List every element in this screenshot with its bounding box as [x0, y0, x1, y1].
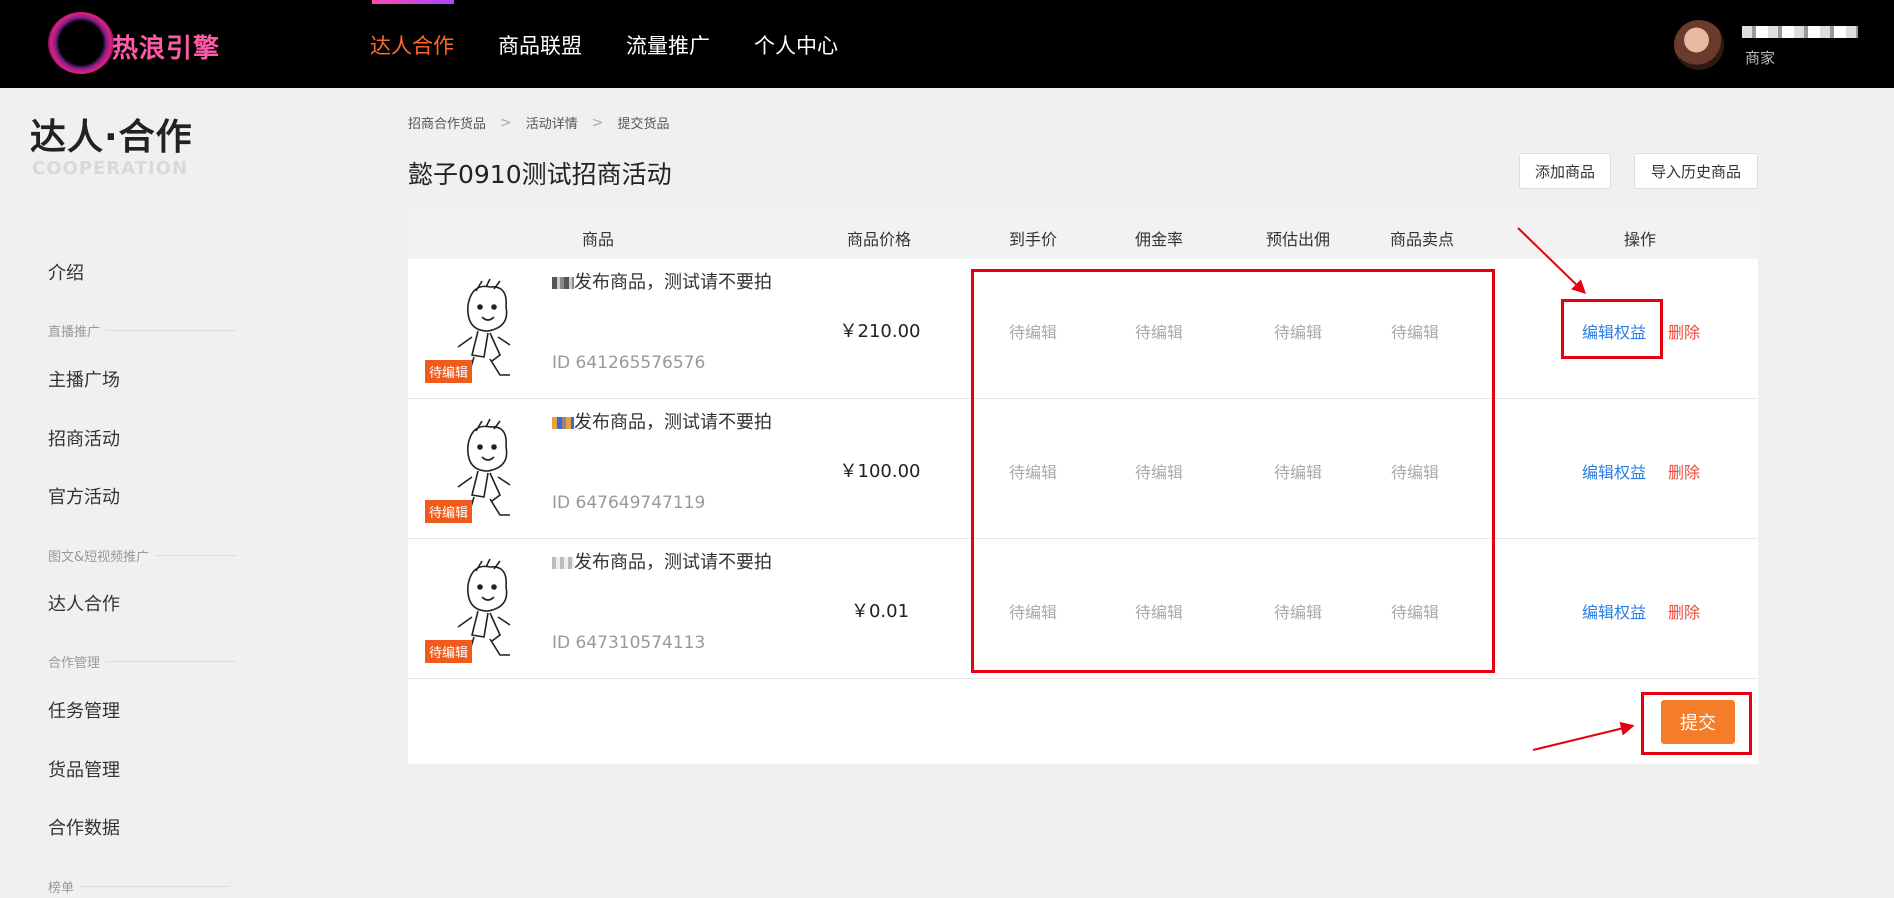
annotation-arrow-icon	[1532, 721, 1635, 751]
annotation-arrow-icon	[1517, 227, 1587, 294]
annotation-arrows	[1517, 227, 1635, 751]
